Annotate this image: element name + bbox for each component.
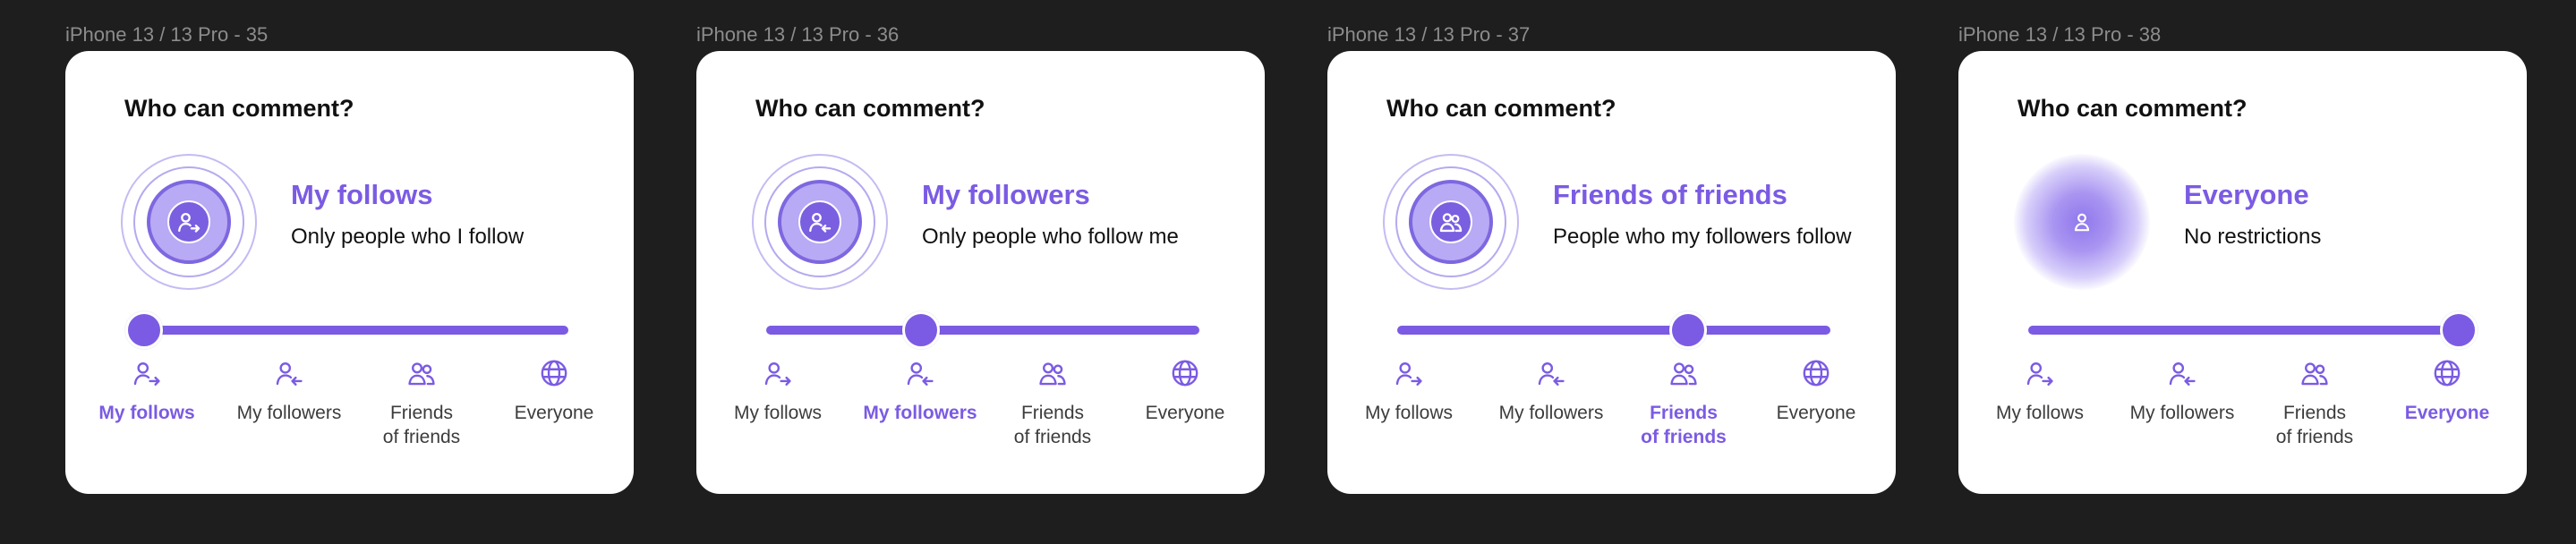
user-arrow-left-icon bbox=[798, 200, 841, 243]
globe-icon bbox=[539, 358, 569, 388]
option-label: My follows bbox=[1364, 403, 1454, 423]
user-arrow-right-icon bbox=[132, 358, 162, 388]
users-icon bbox=[406, 358, 437, 388]
selection-illustration bbox=[1383, 154, 1519, 290]
user-arrow-left-icon bbox=[905, 358, 935, 388]
option-everyone-button[interactable]: Everyone bbox=[2376, 358, 2519, 425]
option-label: My follows bbox=[733, 403, 823, 423]
option-label: Everyone bbox=[514, 403, 594, 423]
slider-track[interactable] bbox=[766, 326, 1199, 335]
option-label: Friends of friends bbox=[1013, 403, 1092, 447]
option-label: My followers bbox=[236, 403, 342, 423]
users-icon bbox=[2299, 358, 2330, 388]
option-friends-of-friends-button[interactable]: Friends of friends bbox=[350, 358, 493, 449]
option-label: Friends of friends bbox=[382, 403, 461, 447]
card-title: Who can comment? bbox=[2017, 95, 2248, 122]
option-everyone-button[interactable]: Everyone bbox=[1744, 358, 1888, 425]
users-icon bbox=[1668, 358, 1699, 388]
slider-thumb[interactable] bbox=[125, 311, 163, 349]
user-arrow-right-icon bbox=[2025, 358, 2055, 388]
selected-option-title: My follows bbox=[291, 179, 433, 210]
user-arrow-left-icon bbox=[274, 358, 304, 388]
selected-option-description: People who my followers follow bbox=[1553, 225, 1852, 249]
card-title: Who can comment? bbox=[1386, 95, 1616, 122]
option-friends-of-friends-button[interactable]: Friends of friends bbox=[2243, 358, 2386, 449]
option-everyone-button[interactable]: Everyone bbox=[1113, 358, 1257, 425]
user-arrow-right-icon bbox=[763, 358, 793, 388]
option-label: Everyone bbox=[1145, 403, 1225, 423]
user-arrow-left-icon bbox=[2167, 358, 2197, 388]
option-label: Everyone bbox=[2404, 403, 2490, 423]
frame-label: iPhone 13 / 13 Pro - 38 bbox=[1958, 23, 2162, 46]
user-icon bbox=[2070, 210, 2094, 234]
card-title: Who can comment? bbox=[755, 95, 985, 122]
card-title: Who can comment? bbox=[124, 95, 354, 122]
option-friends-of-friends-button[interactable]: Friends of friends bbox=[981, 358, 1124, 449]
selected-option-title: My followers bbox=[922, 179, 1090, 210]
globe-icon bbox=[1801, 358, 1831, 388]
option-my-follows-button[interactable]: My follows bbox=[75, 358, 218, 425]
selection-illustration bbox=[2014, 154, 2150, 290]
user-arrow-right-icon bbox=[1394, 358, 1424, 388]
comment-permission-card: Who can comment? Friends of friends People… bbox=[1327, 51, 1896, 494]
slider-track[interactable] bbox=[2028, 326, 2461, 335]
selected-option-description: Only people who follow me bbox=[922, 225, 1179, 249]
selected-option-description: Only people who I follow bbox=[291, 225, 525, 249]
globe-icon bbox=[1170, 358, 1200, 388]
user-arrow-right-icon bbox=[167, 200, 210, 243]
frame-label: iPhone 13 / 13 Pro - 36 bbox=[696, 23, 900, 46]
slider-track[interactable] bbox=[135, 326, 568, 335]
option-label: My followers bbox=[2129, 403, 2235, 423]
option-label: Friends of friends bbox=[2275, 403, 2354, 447]
option-my-follows-button[interactable]: My follows bbox=[1337, 358, 1480, 425]
option-label: My follows bbox=[98, 403, 195, 423]
comment-permission-card: Who can comment? My followers Only people … bbox=[696, 51, 1265, 494]
glow-circle bbox=[2014, 154, 2150, 290]
option-label: My follows bbox=[1995, 403, 2085, 423]
frame-label: iPhone 13 / 13 Pro - 37 bbox=[1327, 23, 1531, 46]
frame-label: iPhone 13 / 13 Pro - 35 bbox=[65, 23, 269, 46]
option-my-followers-button[interactable]: My followers bbox=[218, 358, 361, 425]
comment-permission-card: Who can comment? My follows Only people wh… bbox=[65, 51, 634, 494]
option-everyone-button[interactable]: Everyone bbox=[482, 358, 626, 425]
users-icon bbox=[1429, 200, 1472, 243]
option-label: My followers bbox=[863, 403, 977, 423]
slider-track[interactable] bbox=[1397, 326, 1830, 335]
comment-permission-card: Who can comment? Everyone No restrictions M… bbox=[1958, 51, 2527, 494]
option-label: Friends of friends bbox=[1641, 403, 1727, 447]
selection-illustration bbox=[752, 154, 888, 290]
option-my-follows-button[interactable]: My follows bbox=[1968, 358, 2111, 425]
slider-thumb[interactable] bbox=[2440, 311, 2478, 349]
option-my-follows-button[interactable]: My follows bbox=[706, 358, 849, 425]
selected-option-title: Friends of friends bbox=[1553, 179, 1787, 210]
user-arrow-left-icon bbox=[1536, 358, 1566, 388]
option-friends-of-friends-button[interactable]: Friends of friends bbox=[1612, 358, 1755, 449]
option-label: My followers bbox=[1498, 403, 1604, 423]
selected-option-description: No restrictions bbox=[2184, 225, 2322, 249]
slider-thumb[interactable] bbox=[1669, 311, 1707, 349]
slider-thumb[interactable] bbox=[902, 311, 940, 349]
option-label: Everyone bbox=[1776, 403, 1856, 423]
option-my-followers-button[interactable]: My followers bbox=[849, 358, 992, 425]
users-icon bbox=[1037, 358, 1068, 388]
selected-option-title: Everyone bbox=[2184, 179, 2309, 210]
globe-icon bbox=[2432, 358, 2462, 388]
option-my-followers-button[interactable]: My followers bbox=[1480, 358, 1623, 425]
selection-illustration bbox=[121, 154, 257, 290]
option-my-followers-button[interactable]: My followers bbox=[2111, 358, 2254, 425]
